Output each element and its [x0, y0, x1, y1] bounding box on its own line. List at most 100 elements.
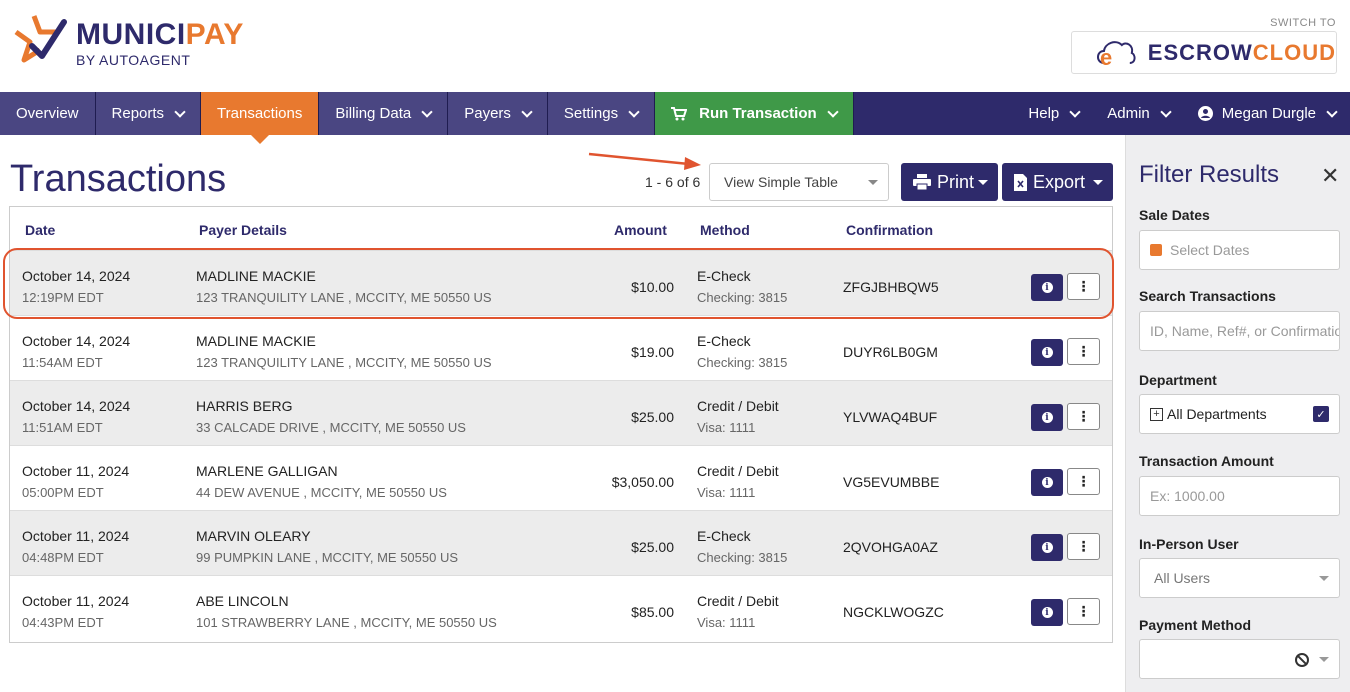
transaction-amount-input[interactable]: Ex: 1000.00 [1139, 476, 1340, 516]
row-date: October 11, 2024 [22, 463, 130, 479]
nav-settings[interactable]: Settings [547, 92, 656, 135]
chevron-down-icon [1160, 105, 1172, 118]
clear-ban-icon[interactable] [1295, 653, 1309, 667]
view-mode-select[interactable]: View Simple Table [709, 163, 889, 201]
row-method-detail: Visa: 1111 [697, 420, 756, 435]
filter-title: Filter Results [1139, 161, 1280, 188]
info-button[interactable]: i [1031, 534, 1063, 561]
file-export-icon [1014, 173, 1027, 191]
print-button[interactable]: Print [901, 163, 998, 201]
row-highlight-annotation [3, 248, 1114, 319]
info-icon: i [1041, 607, 1053, 618]
plus-square-icon: + [1150, 407, 1163, 421]
export-button[interactable]: Export [1002, 163, 1113, 201]
table-header: Date Payer Details Amount Method Confirm… [10, 207, 1112, 243]
row-amount: $3,050.00 [611, 474, 674, 490]
row-confirmation: YLVWAQ4BUF [843, 409, 938, 425]
more-actions-button[interactable]: ⋮ [1067, 468, 1100, 495]
in-person-user-select[interactable]: All Users [1139, 558, 1340, 598]
caret-down-icon [1319, 576, 1329, 581]
row-confirmation: NGCKLWOGZC [843, 604, 944, 620]
sale-dates-input[interactable]: Select Dates [1139, 230, 1340, 270]
payment-method-label: Payment Method [1139, 617, 1252, 633]
row-time: 11:54AM EDT [22, 355, 103, 370]
info-button[interactable]: i [1031, 339, 1063, 366]
chevron-down-icon [421, 105, 433, 118]
chevron-down-icon [1326, 105, 1338, 118]
department-select[interactable]: + All Departments ✓ [1139, 394, 1340, 434]
row-time: 11:51AM EDT [22, 420, 103, 435]
table-row[interactable]: October 14, 2024 11:51AM EDT HARRIS BERG… [10, 380, 1112, 445]
main-nav: Overview Reports Transactions Billing Da… [0, 92, 1350, 144]
row-time: 05:00PM EDT [22, 485, 104, 500]
table-row[interactable]: October 11, 2024 05:00PM EDT MARLENE GAL… [10, 445, 1112, 510]
row-date: October 11, 2024 [22, 593, 130, 609]
nav-user-menu[interactable]: Megan Durgle [1184, 92, 1350, 135]
nav-help[interactable]: Help [1014, 92, 1093, 135]
nav-reports[interactable]: Reports [95, 92, 202, 135]
table-row[interactable]: October 11, 2024 04:48PM EDT MARVIN OLEA… [10, 510, 1112, 575]
column-header-confirmation[interactable]: Confirmation [846, 222, 933, 238]
caret-down-icon [978, 180, 988, 185]
cart-icon [671, 106, 688, 120]
column-header-method[interactable]: Method [700, 222, 750, 238]
nav-overview[interactable]: Overview [0, 92, 96, 135]
close-icon[interactable]: ✕ [1321, 163, 1339, 189]
escrowcloud-switch-button[interactable]: e ESCROWCLOUD [1071, 31, 1337, 74]
column-header-payer[interactable]: Payer Details [199, 222, 287, 238]
table-row[interactable]: October 14, 2024 11:54AM EDT MADLINE MAC… [10, 315, 1112, 380]
logo-subtitle: BY AUTOAGENT [76, 52, 191, 68]
filter-sidebar: Filter Results ✕ Sale Dates Select Dates… [1125, 135, 1350, 692]
row-payer-address: 123 TRANQUILITY LANE , MCCITY, ME 50550 … [196, 355, 492, 370]
row-confirmation: DUYR6LB0GM [843, 344, 938, 360]
row-payer-address: 99 PUMPKIN LANE , MCCITY, ME 50550 US [196, 550, 459, 565]
municipay-logo[interactable]: MUNICIPAY BY AUTOAGENT [12, 12, 244, 68]
row-confirmation: 2QVOHGA0AZ [843, 539, 938, 555]
checkbox-checked-icon[interactable]: ✓ [1313, 406, 1329, 422]
row-amount: $25.00 [631, 539, 674, 555]
chevron-down-icon [174, 105, 186, 118]
escrowcloud-logo-icon: e [1096, 40, 1136, 69]
row-amount: $25.00 [631, 409, 674, 425]
info-button[interactable]: i [1031, 404, 1063, 431]
sale-dates-label: Sale Dates [1139, 207, 1210, 223]
more-actions-button[interactable]: ⋮ [1067, 598, 1100, 625]
row-payer-name: MARVIN OLEARY [196, 528, 311, 544]
row-payer-name: HARRIS BERG [196, 398, 293, 414]
page-title: Transactions [10, 158, 227, 200]
app-header: MUNICIPAY BY AUTOAGENT SWITCH TO e ESCRO… [0, 0, 1350, 92]
search-transactions-input[interactable]: ID, Name, Ref#, or Confirmation [1139, 311, 1340, 351]
nav-billing-data[interactable]: Billing Data [319, 92, 449, 135]
row-method: E-Check [697, 528, 751, 544]
payment-method-select[interactable] [1139, 639, 1340, 679]
row-method-detail: Checking: 3815 [697, 355, 788, 370]
nav-admin[interactable]: Admin [1093, 92, 1184, 135]
nav-payers[interactable]: Payers [448, 92, 548, 135]
info-button[interactable]: i [1031, 599, 1063, 626]
row-method: Credit / Debit [697, 398, 779, 414]
caret-down-icon [868, 180, 878, 185]
row-method-detail: Checking: 3815 [697, 550, 788, 565]
row-date: October 14, 2024 [22, 398, 131, 414]
info-icon: i [1041, 542, 1053, 553]
row-payer-name: MARLENE GALLIGAN [196, 463, 338, 479]
more-actions-button[interactable]: ⋮ [1067, 533, 1100, 560]
caret-down-icon [1093, 180, 1103, 185]
more-actions-button[interactable]: ⋮ [1067, 338, 1100, 365]
nav-transactions[interactable]: Transactions [201, 92, 320, 144]
column-header-amount[interactable]: Amount [614, 222, 667, 238]
column-header-date[interactable]: Date [25, 222, 55, 238]
switch-to-label: SWITCH TO [1270, 17, 1336, 29]
row-method: E-Check [697, 333, 751, 349]
row-method: Credit / Debit [697, 463, 779, 479]
row-date: October 14, 2024 [22, 333, 131, 349]
more-actions-button[interactable]: ⋮ [1067, 403, 1100, 430]
nav-run-transaction[interactable]: Run Transaction [655, 92, 854, 135]
table-row[interactable]: October 11, 2024 04:43PM EDT ABE LINCOLN… [10, 575, 1112, 640]
chevron-down-icon [826, 105, 839, 118]
logo-wordmark: MUNICIPAY [76, 18, 244, 51]
row-date: October 11, 2024 [22, 528, 130, 544]
info-button[interactable]: i [1031, 469, 1063, 496]
annotation-arrow [588, 152, 701, 170]
printer-icon [913, 174, 931, 190]
